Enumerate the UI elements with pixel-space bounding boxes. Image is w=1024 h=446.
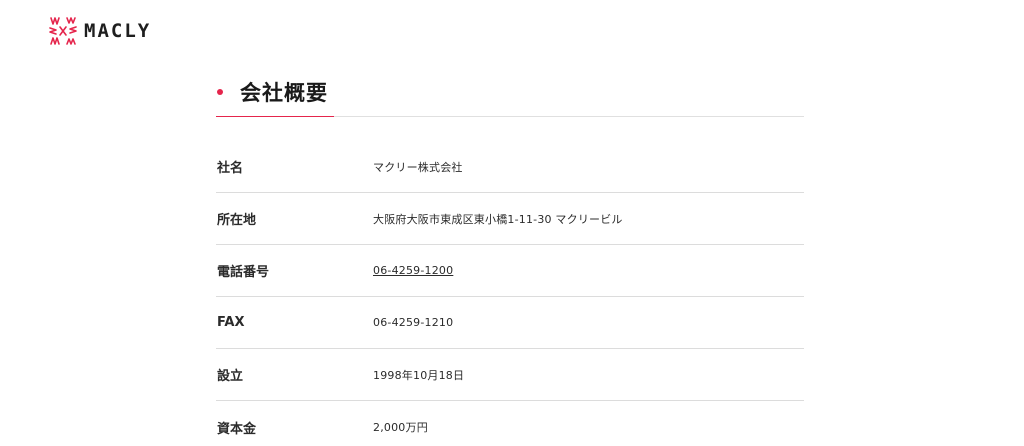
logo-wordmark: MACLY — [84, 20, 152, 42]
row-value: 2,000万円 — [373, 421, 428, 434]
row-value: 06-4259-1200 — [373, 264, 453, 277]
row-value: 大阪府大阪市東成区東小橋1-11-30 マクリービル — [373, 212, 623, 226]
row-label: FAX — [217, 315, 245, 330]
row-label: 電話番号 — [217, 265, 270, 280]
phone-link[interactable]: 06-4259-1200 — [373, 264, 453, 277]
table-row-established: 設立 1998年10月18日 — [216, 349, 804, 401]
site-logo-link[interactable]: MACLY — [46, 14, 151, 48]
row-label: 設立 — [217, 369, 244, 384]
page-title: 会社概要 — [240, 81, 328, 105]
bullet-dot-icon — [217, 89, 223, 95]
row-label: 資本金 — [217, 421, 257, 437]
table-row-fax: FAX 06-4259-1210 — [216, 297, 804, 349]
company-overview-section: 会社概要 社名 マクリー株式会社 所在地 大阪府大阪市東成区東小橋1-11-30… — [216, 70, 804, 446]
row-label: 社名 — [217, 161, 244, 176]
table-row-address: 所在地 大阪府大阪市東成区東小橋1-11-30 マクリービル — [216, 193, 804, 245]
row-value: 06-4259-1210 — [373, 316, 454, 329]
row-label: 所在地 — [217, 213, 257, 228]
page: MACLY 会社概要 社名 マクリー株式会社 所在地 大阪府大阪市東成区東小橋1… — [0, 0, 1024, 446]
macly-logo-mark-icon — [49, 17, 77, 45]
section-heading: 会社概要 — [216, 70, 804, 117]
company-info-table: 社名 マクリー株式会社 所在地 大阪府大阪市東成区東小橋1-11-30 マクリー… — [216, 141, 804, 446]
table-row-company-name: 社名 マクリー株式会社 — [216, 141, 804, 193]
row-value: マクリー株式会社 — [373, 160, 463, 174]
table-row-phone: 電話番号 06-4259-1200 — [216, 245, 804, 297]
table-row-capital: 資本金 2,000万円 — [216, 401, 804, 446]
row-value: 1998年10月18日 — [373, 368, 465, 382]
